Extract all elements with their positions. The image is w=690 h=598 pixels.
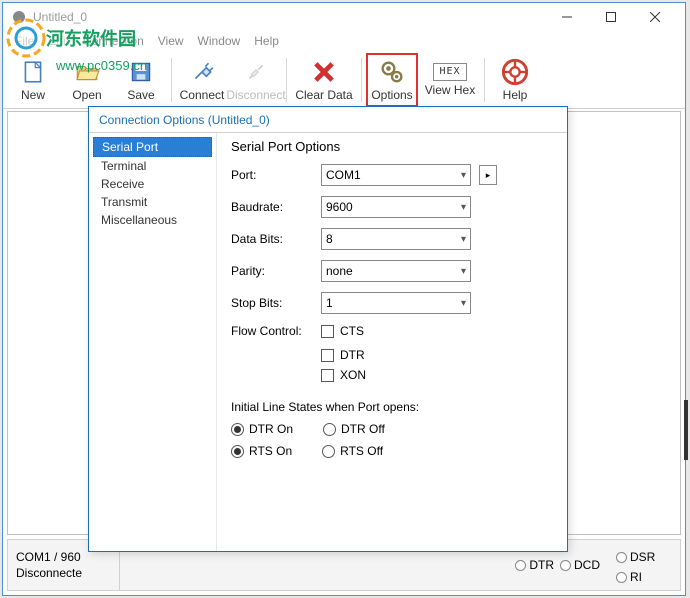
led-dsr: DSR [616, 550, 655, 564]
new-icon [19, 58, 47, 86]
toolbar-separator [484, 58, 485, 102]
toolbar-separator [171, 58, 172, 102]
maximize-button[interactable] [589, 3, 633, 31]
connect-label: Connect [180, 88, 225, 102]
dtr-on-label: DTR On [249, 422, 293, 436]
port-label: Port: [231, 168, 321, 182]
window-title: Untitled_0 [33, 10, 87, 24]
rts-on-label: RTS On [249, 444, 292, 458]
chevron-down-icon: ▾ [461, 266, 466, 277]
save-icon [127, 58, 155, 86]
save-label: Save [127, 88, 154, 102]
hex-icon: HEX [433, 63, 467, 81]
help-button[interactable]: Help [489, 53, 541, 107]
menu-view[interactable]: View [152, 32, 190, 50]
nav-misc[interactable]: Miscellaneous [93, 211, 212, 229]
dtr-label: DTR [340, 348, 365, 362]
menubar: File Edit Connection View Window Help [3, 31, 685, 51]
options-label: Options [371, 88, 412, 102]
new-button[interactable]: New [7, 53, 59, 107]
xon-checkbox[interactable] [321, 369, 334, 382]
dtr-off-radio[interactable] [323, 423, 336, 436]
dtr-on-radio[interactable] [231, 423, 244, 436]
cts-label: CTS [340, 324, 364, 338]
section-title: Serial Port Options [231, 139, 553, 154]
disconnect-button: Disconnect [230, 53, 282, 107]
clear-icon [310, 58, 338, 86]
menu-edit[interactable]: Edit [42, 32, 75, 50]
save-button[interactable]: Save [115, 53, 167, 107]
chevron-down-icon: ▾ [461, 234, 466, 245]
led-dtr: DTR [515, 558, 554, 572]
dialog-nav: Serial Port Terminal Receive Transmit Mi… [89, 133, 217, 551]
clear-data-button[interactable]: Clear Data [291, 53, 357, 107]
open-button[interactable]: Open [61, 53, 113, 107]
crop-artifact [684, 400, 688, 460]
rts-off-label: RTS Off [340, 444, 383, 458]
menu-file[interactable]: File [9, 32, 40, 50]
rts-off-radio[interactable] [322, 445, 335, 458]
led-dcd: DCD [560, 558, 600, 572]
nav-transmit[interactable]: Transmit [93, 193, 212, 211]
initial-states-label: Initial Line States when Port opens: [231, 400, 553, 414]
connect-button[interactable]: Connect [176, 53, 228, 107]
help-label: Help [503, 88, 528, 102]
connect-icon [188, 58, 216, 86]
baud-label: Baudrate: [231, 200, 321, 214]
dialog-content: Serial Port Options Port: COM1▾ ▸ Baudra… [217, 133, 567, 551]
toolbar-separator [361, 58, 362, 102]
nav-serial-port[interactable]: Serial Port [93, 137, 212, 157]
toolbar-separator [286, 58, 287, 102]
stopbits-select[interactable]: 1▾ [321, 292, 471, 314]
open-label: Open [72, 88, 101, 102]
chevron-down-icon: ▾ [461, 170, 466, 181]
status-port: COM1 / 960 [16, 550, 111, 564]
xon-label: XON [340, 368, 366, 382]
open-icon [73, 58, 101, 86]
flow-label: Flow Control: [231, 324, 321, 338]
disconnect-label: Disconnect [226, 88, 285, 102]
parity-select[interactable]: none▾ [321, 260, 471, 282]
disconnect-icon [242, 58, 270, 86]
menu-window[interactable]: Window [192, 32, 247, 50]
chevron-down-icon: ▾ [461, 202, 466, 213]
connection-options-dialog: Connection Options (Untitled_0) Serial P… [88, 106, 568, 552]
nav-receive[interactable]: Receive [93, 175, 212, 193]
view-hex-label: View Hex [425, 83, 475, 97]
dtr-checkbox[interactable] [321, 349, 334, 362]
gear-icon [378, 58, 406, 86]
stopbits-label: Stop Bits: [231, 296, 321, 310]
port-select[interactable]: COM1▾ [321, 164, 471, 186]
titlebar: Untitled_0 [3, 3, 685, 31]
chevron-down-icon: ▾ [461, 298, 466, 309]
menu-help[interactable]: Help [248, 32, 285, 50]
nav-terminal[interactable]: Terminal [93, 157, 212, 175]
help-icon [501, 58, 529, 86]
port-detach-button[interactable]: ▸ [479, 165, 497, 185]
led-ri: RI [616, 570, 642, 584]
new-label: New [21, 88, 45, 102]
clear-label: Clear Data [295, 88, 352, 102]
databits-label: Data Bits: [231, 232, 321, 246]
parity-label: Parity: [231, 264, 321, 278]
dialog-title: Connection Options (Untitled_0) [89, 107, 567, 133]
baud-select[interactable]: 9600▾ [321, 196, 471, 218]
minimize-button[interactable] [545, 3, 589, 31]
databits-select[interactable]: 8▾ [321, 228, 471, 250]
toolbar: New Open Save Connect Disconnect Clear D… [3, 51, 685, 109]
status-connection: Disconnecte [16, 566, 111, 580]
close-button[interactable] [633, 3, 677, 31]
options-button[interactable]: Options [366, 53, 418, 107]
app-icon [11, 9, 27, 25]
dtr-off-label: DTR Off [341, 422, 385, 436]
cts-checkbox[interactable] [321, 325, 334, 338]
rts-on-radio[interactable] [231, 445, 244, 458]
menu-connection[interactable]: Connection [77, 32, 150, 50]
view-hex-button[interactable]: HEX View Hex [420, 53, 480, 107]
